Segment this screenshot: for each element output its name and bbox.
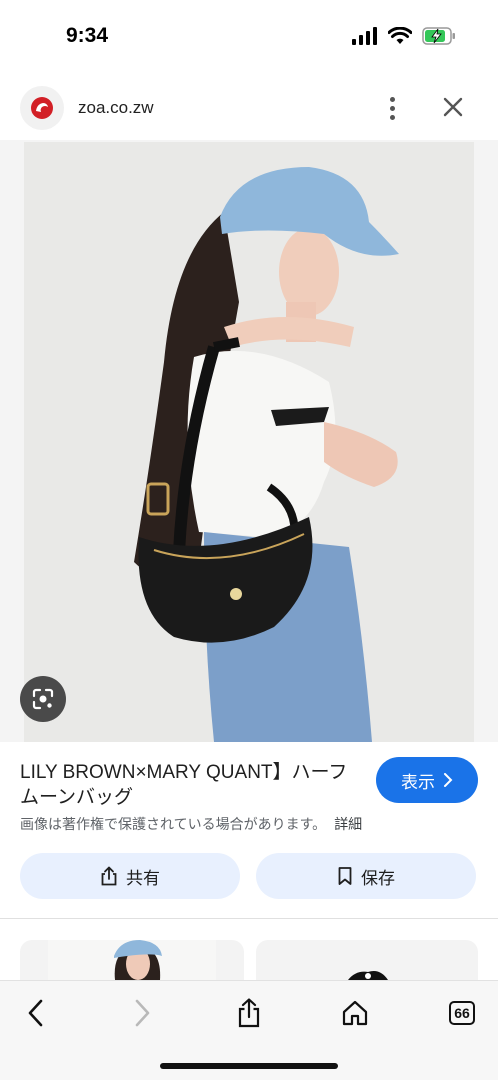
divider <box>0 918 498 919</box>
related-result-card[interactable] <box>256 940 478 980</box>
battery-charging-icon <box>422 27 455 45</box>
url-domain[interactable]: zoa.co.zw <box>78 98 154 118</box>
home-indicator <box>160 1063 338 1069</box>
tab-count-badge: 66 <box>449 1001 475 1025</box>
cellular-signal-icon <box>352 27 377 45</box>
model-with-bag-illustration <box>24 142 474 742</box>
related-result-thumbnail <box>348 971 388 980</box>
tabs-button[interactable]: 66 <box>442 993 482 1033</box>
visit-button-label: 表示 <box>401 772 435 792</box>
copyright-text: 画像は著作権で保護されている場合があります。 <box>20 816 327 832</box>
save-button[interactable]: 保存 <box>256 853 476 899</box>
more-vert-icon[interactable] <box>380 90 404 126</box>
details-link[interactable]: 詳細 <box>334 816 362 832</box>
visit-button[interactable]: 表示 <box>376 757 478 803</box>
bookmark-icon <box>338 867 352 885</box>
share-button[interactable]: 共有 <box>20 853 240 899</box>
home-button[interactable] <box>335 993 375 1033</box>
site-logo-icon <box>31 97 53 119</box>
product-image[interactable] <box>24 142 474 742</box>
chevron-right-icon <box>135 999 150 1027</box>
related-result-thumbnail <box>48 940 216 980</box>
site-favicon[interactable] <box>20 86 64 130</box>
url-bar: zoa.co.zw <box>0 80 498 138</box>
wifi-icon <box>388 27 412 44</box>
back-button[interactable] <box>16 993 56 1033</box>
status-bar: 9:34 <box>0 0 498 72</box>
close-icon[interactable] <box>438 92 468 122</box>
share-page-button[interactable] <box>229 993 269 1033</box>
share-icon <box>238 998 260 1028</box>
copyright-notice: 画像は著作権で保護されている場合があります。 詳細 <box>20 814 362 834</box>
chevron-left-icon <box>28 999 43 1027</box>
share-label: 共有 <box>126 868 160 888</box>
result-title[interactable]: LILY BROWN×MARY QUANT】ハーフムーンバッグ <box>20 760 360 810</box>
share-icon <box>101 866 117 886</box>
chevron-right-icon <box>444 773 453 787</box>
clock: 9:34 <box>66 24 109 47</box>
lens-search-button[interactable] <box>20 676 66 722</box>
lens-icon <box>32 688 54 710</box>
related-result-card[interactable] <box>20 940 244 980</box>
home-icon <box>342 1000 368 1026</box>
save-label: 保存 <box>361 868 395 888</box>
forward-button[interactable] <box>122 993 162 1033</box>
